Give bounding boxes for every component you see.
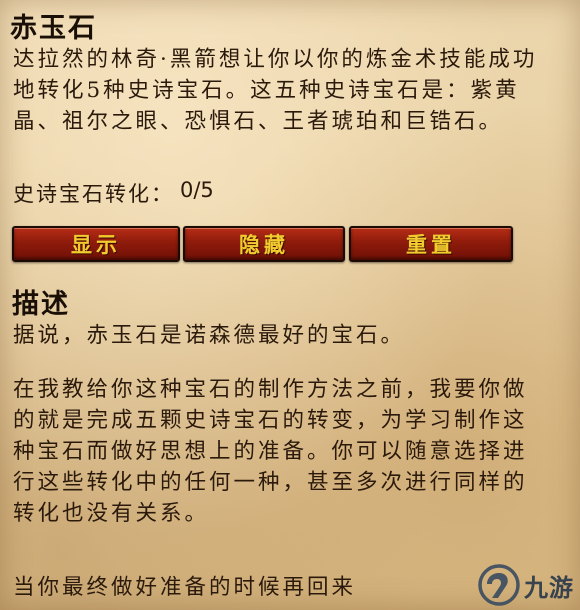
reset-button[interactable]: 重置 (349, 226, 513, 262)
description-paragraph: 在我教给你这种宝石的制作方法之前，我要你做的就是完成五颗史诗宝石的转变，为学习制… (13, 377, 528, 526)
progress-value: 0/5 (180, 178, 214, 202)
hide-button[interactable]: 隐藏 (183, 226, 345, 262)
hide-button-label: 隐藏 (239, 232, 289, 257)
description-heading: 描述 (12, 289, 70, 320)
description-paragraph: 据说，赤玉石是诺森德最好的宝石。 (13, 323, 406, 348)
quest-log-panel: 赤玉石 达拉然的林奇·黑箭想让你以你的炼金术技能成功地转化5种史诗宝石。这五种史… (0, 0, 580, 610)
watermark: 九游 (478, 564, 574, 606)
quest-progress: 史诗宝石转化 ： 0/5 (13, 178, 214, 208)
quest-title: 赤玉石 (10, 13, 97, 44)
show-button[interactable]: 显示 (12, 226, 180, 262)
show-button-label: 显示 (71, 232, 121, 257)
jiuyou-logo-icon (478, 564, 520, 606)
description-paragraph: 当你最终做好准备的时候再回来 (13, 575, 357, 600)
watermark-text: 九游 (524, 573, 574, 602)
quest-objective-text: 达拉然的林奇·黑箭想让你以你的炼金术技能成功地转化5种史诗宝石。这五种史诗宝石是… (13, 47, 538, 134)
reset-button-label: 重置 (406, 232, 456, 257)
progress-label: 史诗宝石转化 (13, 182, 151, 206)
progress-separator: ： (151, 182, 174, 206)
